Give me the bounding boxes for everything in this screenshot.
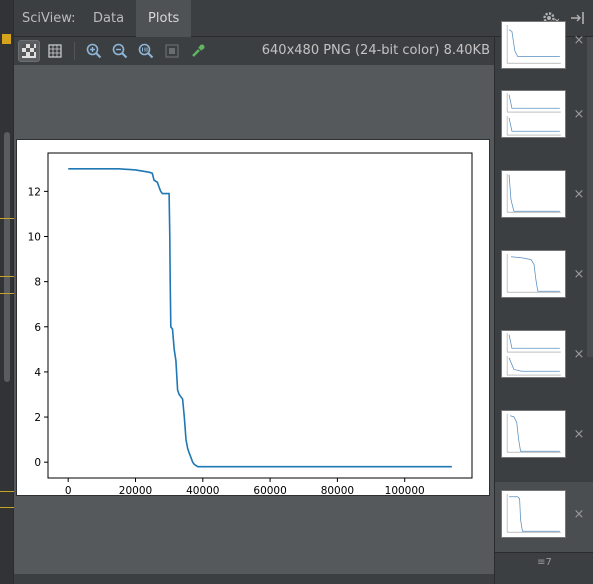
x-tick-label: 0 (65, 485, 72, 495)
x-tick-label: 100000 (385, 485, 425, 495)
warning-marker[interactable] (2, 34, 11, 44)
x-tick-label: 40000 (186, 485, 219, 495)
line-chart: 0 20000 40000 60000 80000 100000 0 2 4 6 8 10 12 (28, 152, 473, 497)
checkerboard-background-icon[interactable] (18, 40, 40, 62)
gutter-marker (0, 218, 14, 219)
thumbnail-image[interactable] (501, 410, 566, 458)
editor-gutter (0, 0, 14, 584)
y-tick-label: 4 (34, 367, 41, 379)
plot-canvas[interactable]: 0 20000 40000 60000 80000 100000 0 2 4 6 8 10 12 (14, 65, 494, 584)
actual-size-icon[interactable] (135, 40, 157, 62)
x-tick-label: 60000 (253, 485, 286, 495)
thumbnail-image[interactable] (501, 330, 566, 378)
close-icon[interactable]: × (573, 348, 585, 361)
y-tick-label: 6 (34, 322, 41, 334)
tab-plots[interactable]: Plots (136, 0, 192, 37)
toolbar-separator (74, 42, 75, 60)
thumbnail-item[interactable]: × (495, 90, 593, 170)
y-tick-label: 10 (28, 232, 41, 244)
gutter-marker (0, 491, 14, 492)
gutter-scrollbar[interactable] (4, 132, 10, 382)
tab-data[interactable]: Data (81, 0, 136, 37)
color-picker-icon[interactable] (187, 40, 209, 62)
close-icon[interactable]: × (573, 34, 585, 47)
thumbnail-item[interactable]: × (495, 410, 593, 490)
thumbnail-image[interactable] (501, 250, 566, 298)
y-tick-label: 8 (34, 277, 41, 289)
sciview-title: SciView: (22, 10, 76, 26)
close-icon[interactable]: × (573, 268, 585, 281)
series-line (68, 168, 452, 468)
x-tick-label: 80000 (321, 485, 354, 495)
thumbnail-image[interactable] (501, 170, 566, 218)
y-tick-label: 0 (34, 457, 41, 469)
image-toolbar: 640x480 PNG (24-bit color) 8.40KB (14, 37, 494, 65)
thumbnail-count[interactable]: ≡7 (495, 552, 593, 572)
thumbnail-image[interactable] (501, 21, 566, 69)
axes-frame (47, 152, 473, 479)
thumbnail-image[interactable] (501, 490, 566, 538)
plot-image: 0 20000 40000 60000 80000 100000 0 2 4 6 8 10 12 (16, 139, 490, 497)
x-tick-label: 20000 (119, 485, 152, 495)
thumbnail-image[interactable] (501, 90, 566, 138)
thumbnail-item[interactable]: × (495, 21, 593, 101)
zoom-in-icon[interactable] (83, 40, 105, 62)
plot-thumbnails: × × × × × × × ≡7 (494, 21, 593, 584)
grid-background-icon[interactable] (44, 40, 66, 62)
close-icon[interactable]: × (573, 508, 585, 521)
close-icon[interactable]: × (573, 188, 585, 201)
y-tick-label: 2 (34, 412, 41, 424)
zoom-out-icon[interactable] (109, 40, 131, 62)
image-info-label: 640x480 PNG (24-bit color) 8.40KB (261, 43, 490, 58)
thumbnail-item[interactable]: × (495, 330, 593, 410)
close-icon[interactable]: × (573, 428, 585, 441)
thumbnail-item-selected[interactable]: × (495, 482, 593, 552)
close-icon[interactable]: × (573, 108, 585, 121)
gutter-marker (0, 276, 14, 277)
gutter-marker (0, 293, 14, 294)
fit-to-window-icon[interactable] (161, 40, 183, 62)
thumbnail-item[interactable]: × (495, 250, 593, 330)
bottom-tool-strip (14, 574, 494, 584)
thumbnail-item[interactable]: × (495, 170, 593, 250)
y-tick-label: 12 (28, 186, 41, 198)
gutter-marker (0, 507, 14, 508)
